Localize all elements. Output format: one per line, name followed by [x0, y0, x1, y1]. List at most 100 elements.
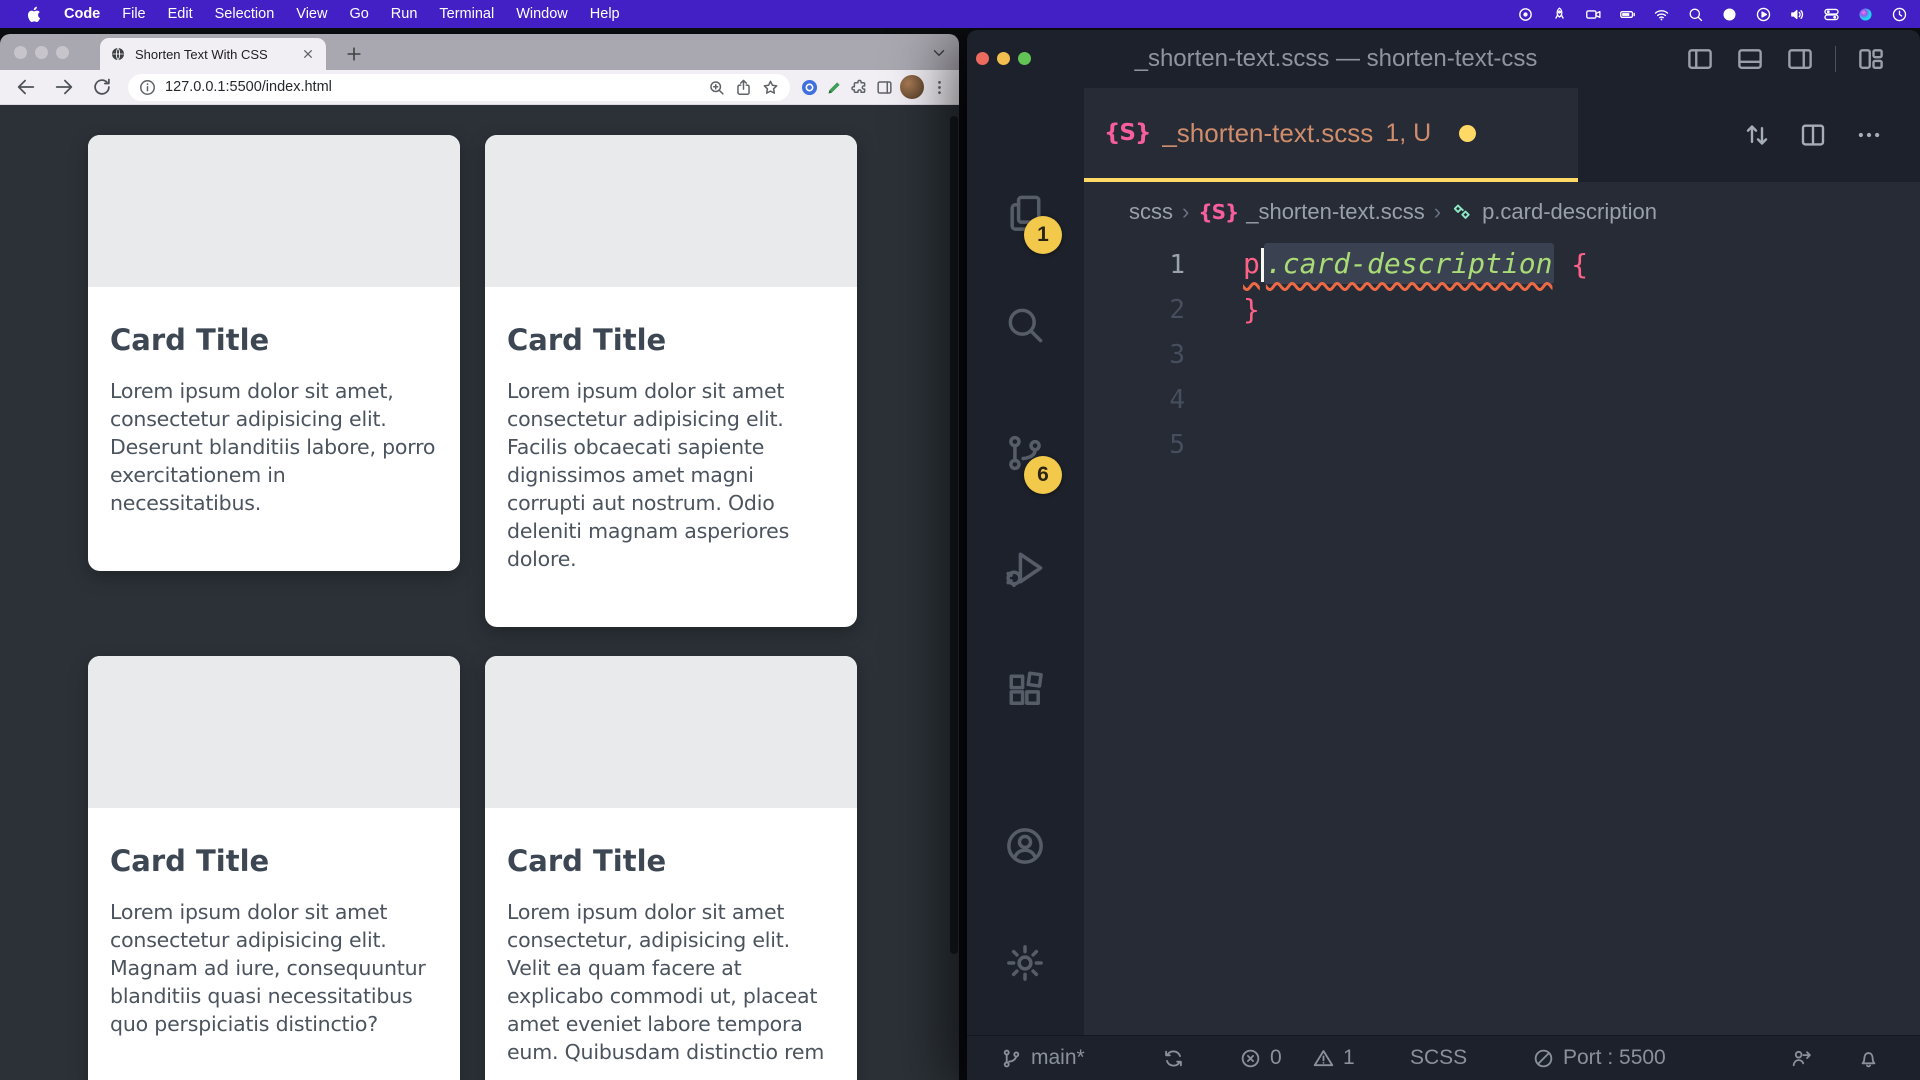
extension-blue-icon[interactable] — [800, 78, 819, 97]
squiggle-underline: p.card-description — [1243, 247, 1554, 282]
account-icon[interactable] — [1003, 824, 1047, 868]
toggle-sidebar-icon[interactable] — [1685, 44, 1715, 74]
window-controls[interactable] — [14, 46, 69, 59]
extensions-icon[interactable] — [1003, 668, 1047, 712]
menu-app-name[interactable]: Code — [53, 6, 111, 22]
extension-pencil-icon[interactable] — [825, 78, 844, 97]
control-center-icon[interactable] — [1823, 6, 1840, 23]
card-title: Card Title — [507, 844, 835, 878]
settings-gear-icon[interactable] — [1003, 941, 1047, 985]
code-line[interactable]: 5 — [1084, 422, 1920, 467]
code-line[interactable]: 2} — [1084, 287, 1920, 332]
minimize-window-button[interactable] — [997, 52, 1010, 65]
status-label: 1 — [1343, 1046, 1355, 1070]
wifi-icon[interactable] — [1653, 6, 1670, 23]
breadcrumb-item[interactable]: scss — [1129, 199, 1173, 225]
breadcrumb-item[interactable]: {S}_shorten-text.scss — [1198, 199, 1424, 225]
errors-status[interactable]: 0 — [1239, 1036, 1282, 1080]
reload-button[interactable] — [86, 76, 118, 98]
line-number: 1 — [1084, 250, 1185, 280]
breadcrumbs: scss›{S}_shorten-text.scss›p.card-descri… — [1129, 182, 1920, 242]
clock-icon[interactable] — [1891, 6, 1908, 23]
extensions-puzzle-icon[interactable] — [850, 78, 869, 97]
toggle-secondary-sidebar-icon[interactable] — [1785, 44, 1815, 74]
spotlight-icon[interactable] — [1687, 6, 1704, 23]
card-description: Lorem ipsum dolor sit amet consectetur a… — [507, 377, 835, 573]
menu-item-help[interactable]: Help — [579, 6, 631, 22]
editor-tab[interactable]: {S} _shorten-text.scss 1, U — [1084, 88, 1578, 182]
menu-item-view[interactable]: View — [285, 6, 338, 22]
code-line[interactable]: 3 — [1084, 332, 1920, 377]
tab-search-icon[interactable] — [930, 44, 948, 62]
token-tag: p — [1243, 247, 1260, 280]
live-server-port-status[interactable]: Port : 5500 — [1532, 1036, 1666, 1080]
search-icon[interactable] — [1003, 303, 1047, 347]
back-button[interactable] — [10, 76, 42, 98]
profile-avatar[interactable] — [900, 75, 924, 99]
play-circle-icon[interactable] — [1755, 6, 1772, 23]
close-window-button[interactable] — [14, 46, 27, 59]
share-icon[interactable] — [734, 78, 753, 97]
menu-item-run[interactable]: Run — [380, 6, 429, 22]
screen-record-icon[interactable] — [1585, 6, 1602, 23]
battery-icon[interactable] — [1619, 6, 1636, 23]
vscode-window: _shorten-text.scss — shorten-text-css {S… — [967, 30, 1920, 1080]
line-number: 3 — [1084, 340, 1185, 370]
run-debug-icon[interactable] — [1003, 546, 1047, 590]
siri-icon[interactable] — [1857, 6, 1874, 23]
split-editor-icon[interactable] — [1798, 120, 1828, 150]
side-panel-icon[interactable] — [875, 78, 894, 97]
content-card: Card TitleLorem ipsum dolor sit amet con… — [88, 656, 460, 1080]
minimize-window-button[interactable] — [35, 46, 48, 59]
page-scrollbar[interactable] — [950, 116, 958, 954]
volume-icon[interactable] — [1789, 6, 1806, 23]
sync-status-icon[interactable] — [1162, 1036, 1185, 1080]
menu-item-selection[interactable]: Selection — [204, 6, 286, 22]
git-branch-status[interactable]: main* — [1000, 1036, 1085, 1080]
code-line[interactable]: 1p.card-description { — [1084, 242, 1920, 287]
browser-menu-kebab-icon[interactable] — [930, 78, 949, 97]
notifications-bell-icon[interactable] — [1857, 1036, 1880, 1080]
menu-item-edit[interactable]: Edit — [157, 6, 204, 22]
zoom-page-icon[interactable] — [707, 78, 726, 97]
close-tab-icon[interactable] — [300, 46, 316, 62]
record-icon[interactable] — [1517, 6, 1534, 23]
feedback-icon[interactable] — [1790, 1036, 1813, 1080]
scss-file-icon: {S} — [1104, 120, 1150, 146]
forward-button[interactable] — [48, 76, 80, 98]
bookmark-star-icon[interactable] — [761, 78, 780, 97]
vscode-title-bar[interactable]: _shorten-text.scss — shorten-text-css — [967, 30, 1920, 88]
url-text[interactable]: 127.0.0.1:5500/index.html — [165, 79, 699, 95]
open-changes-icon[interactable] — [1742, 120, 1772, 150]
code-line[interactable]: 4 — [1084, 377, 1920, 422]
menu-item-window[interactable]: Window — [505, 6, 579, 22]
code-editor[interactable]: 1p.card-description {2}345 — [1084, 242, 1920, 1036]
zoom-window-button[interactable] — [56, 46, 69, 59]
menu-item-go[interactable]: Go — [338, 6, 379, 22]
new-tab-button[interactable] — [344, 44, 364, 64]
rocket-icon[interactable] — [1551, 6, 1568, 23]
unsaved-changes-dot[interactable] — [1459, 125, 1476, 142]
menu-item-terminal[interactable]: Terminal — [428, 6, 505, 22]
status-label: 0 — [1270, 1046, 1282, 1070]
line-number: 5 — [1084, 430, 1185, 460]
toggle-panel-icon[interactable] — [1735, 44, 1765, 74]
error-circle-icon — [1239, 1047, 1262, 1070]
breadcrumb-item[interactable]: p.card-description — [1450, 199, 1657, 225]
do-not-disturb-icon[interactable] — [1721, 6, 1738, 23]
zoom-window-button[interactable] — [1018, 52, 1031, 65]
address-bar[interactable]: 127.0.0.1:5500/index.html — [128, 74, 790, 101]
close-window-button[interactable] — [976, 52, 989, 65]
site-info-icon[interactable] — [138, 78, 157, 97]
apple-menu-icon[interactable] — [14, 6, 53, 23]
window-controls[interactable] — [976, 52, 1031, 65]
more-actions-icon[interactable] — [1854, 120, 1884, 150]
language-mode-status[interactable]: SCSS — [1410, 1036, 1467, 1080]
browser-tab[interactable]: Shorten Text With CSS — [100, 38, 326, 70]
menu-item-file[interactable]: File — [111, 6, 156, 22]
warnings-status[interactable]: 1 — [1312, 1036, 1355, 1080]
source-control-badge: 6 — [1024, 456, 1062, 494]
card-description: Lorem ipsum dolor sit amet consectetur, … — [507, 898, 835, 1066]
customize-layout-icon[interactable] — [1856, 44, 1886, 74]
status-bar: main* 0 1 SCSS Port : 5500 — [967, 1035, 1920, 1080]
